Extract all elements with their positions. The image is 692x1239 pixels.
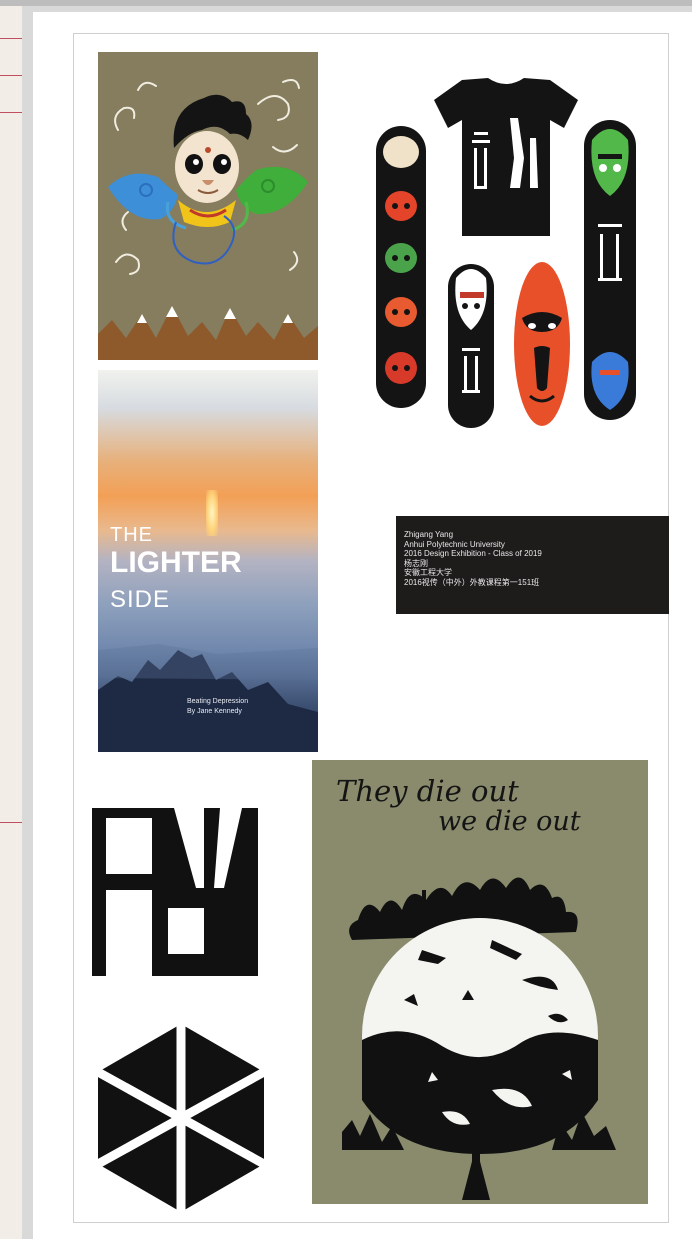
fly-logo-icon	[92, 808, 258, 976]
notebook-line	[0, 38, 22, 39]
poster-title-line-1: THE	[110, 524, 153, 546]
poster-title-line-3: SIDE	[110, 586, 171, 613]
caption-name: Zhigang Yang	[404, 530, 454, 539]
caption-course-chinese: 2016视传（中外）外教课程第一151班	[404, 577, 540, 587]
notebook-line	[0, 112, 22, 113]
notebook-line	[0, 75, 22, 76]
hexagon-logo-icon	[95, 1024, 267, 1212]
tshirt-slogan-line-2: we die out	[438, 806, 581, 837]
caption-university: Anhui Polytechnic University	[404, 539, 505, 549]
caption-exhibition: 2016 Design Exhibition - Class of 2019	[404, 549, 542, 558]
snowboard-tshirt-collection	[370, 78, 642, 433]
cartoon-illustration	[98, 52, 318, 360]
tshirt-slogan-line-1: They die out	[336, 774, 519, 808]
snowboard-designs-icon	[376, 78, 636, 428]
poster-title-line-2: LIGHTER	[110, 546, 242, 579]
mountain-silhouette-icon	[98, 644, 318, 752]
designer-caption: Zhigang Yang Anhui Polytechnic Universit…	[396, 516, 669, 614]
planet-silhouette-icon	[342, 877, 616, 1200]
poster-subtitle-line-1: Beating Depression	[187, 698, 249, 705]
sun-glow	[206, 490, 218, 536]
poster-subtitle-line-2: By Jane Kennedy	[187, 708, 242, 715]
fly-logo	[92, 808, 258, 976]
notebook-line	[0, 822, 22, 823]
caption-name-chinese: 杨志刚	[404, 558, 428, 568]
cartoon-figure-icon	[98, 79, 318, 360]
hexagon-logo	[95, 1022, 267, 1214]
caption-university-chinese: 安徽工程大学	[404, 568, 452, 577]
